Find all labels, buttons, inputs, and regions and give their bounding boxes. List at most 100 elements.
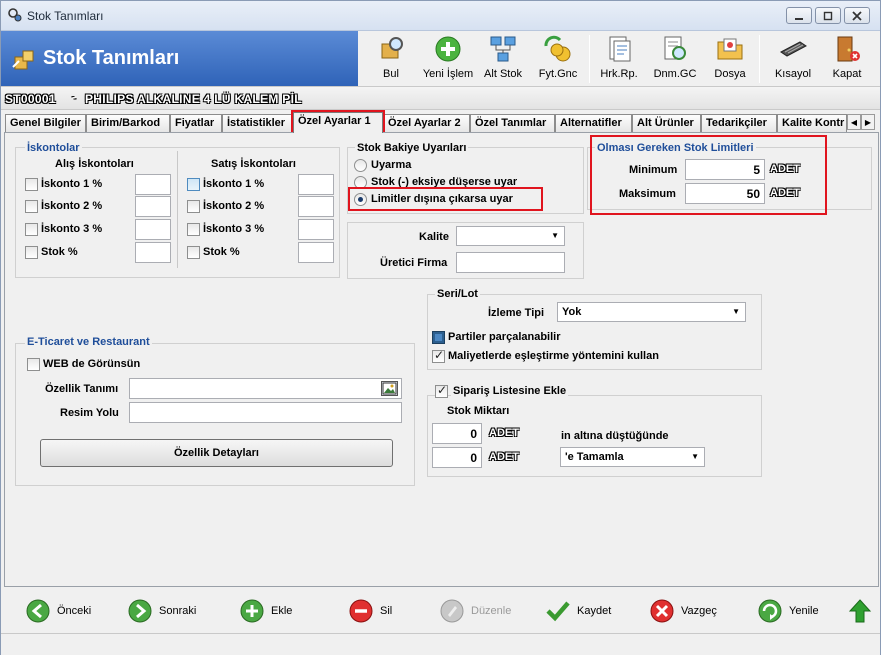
alis-stok-input[interactable] bbox=[135, 242, 171, 263]
scroll-top-button[interactable] bbox=[847, 596, 879, 626]
tab-scroll-right-button[interactable]: ▶ bbox=[861, 114, 875, 130]
alis-iskonto-2-checkbox[interactable] bbox=[25, 200, 38, 213]
maximize-icon bbox=[823, 11, 833, 20]
tab-ozel-tanimlar[interactable]: Özel Tanımlar bbox=[470, 114, 555, 132]
checkmark-icon bbox=[546, 601, 570, 622]
tab-tedarikciler[interactable]: Tedarikçiler bbox=[701, 114, 777, 132]
stock-name: PHILIPS ALKALINE 4 LÜ KALEM PİL bbox=[85, 92, 302, 106]
chevron-down-icon: ▼ bbox=[551, 231, 559, 240]
toolbar-separator bbox=[759, 35, 760, 83]
tab-istatistikler[interactable]: İstatistikler bbox=[222, 114, 293, 132]
bul-button[interactable]: Bul bbox=[371, 31, 411, 86]
minimize-icon bbox=[795, 17, 803, 20]
search-box-icon bbox=[381, 37, 403, 59]
siparis-listesi-checkbox[interactable] bbox=[435, 383, 448, 398]
onceki-button[interactable]: Önceki bbox=[25, 596, 91, 626]
uretici-firma-input[interactable] bbox=[456, 252, 565, 273]
tab-bar: Genel Bilgiler Birim/Barkod Fiyatlar İst… bbox=[1, 112, 880, 133]
radio-uyarma[interactable] bbox=[354, 159, 367, 172]
ekle-button[interactable]: Ekle bbox=[239, 596, 292, 626]
window-title: Stok Tanımları bbox=[27, 9, 104, 23]
stok-miktari-input-2[interactable]: 0 bbox=[432, 447, 482, 468]
toolbar-separator bbox=[589, 35, 590, 83]
minimize-button[interactable] bbox=[786, 7, 812, 24]
vazgec-button[interactable]: Vazgeç bbox=[649, 596, 717, 626]
yeni-islem-button[interactable]: Yeni İşlem bbox=[421, 31, 475, 86]
satis-iskonto-3-checkbox[interactable] bbox=[187, 223, 200, 236]
partiler-checkbox[interactable] bbox=[432, 331, 445, 344]
page-title: Stok Tanımları bbox=[43, 47, 180, 69]
tab-kalite-kontrol[interactable]: Kalite Kontr bbox=[777, 114, 847, 132]
satis-stok-checkbox[interactable] bbox=[187, 246, 200, 259]
fyt-gnc-button[interactable]: Fyt.Gnc bbox=[535, 31, 581, 86]
close-window-button[interactable] bbox=[844, 7, 870, 24]
document-search-icon bbox=[664, 36, 686, 60]
maliyet-eslestirme-checkbox[interactable] bbox=[432, 348, 445, 363]
resim-yolu-input[interactable] bbox=[129, 402, 402, 423]
highlight-limitler-option bbox=[348, 187, 543, 211]
iskontolar-title: İskontolar bbox=[25, 142, 82, 154]
edit-icon bbox=[440, 599, 464, 623]
satis-iskonto-3-input[interactable] bbox=[298, 219, 334, 240]
network-icon bbox=[490, 36, 516, 62]
alis-iskonto-3-input[interactable] bbox=[135, 219, 171, 240]
chevron-down-icon: ▼ bbox=[732, 307, 740, 316]
satis-iskonto-2-input[interactable] bbox=[298, 196, 334, 217]
satis-iskonto-1-checkbox[interactable] bbox=[187, 178, 200, 191]
kalite-select[interactable]: ▼ bbox=[456, 226, 565, 246]
web-gorunsun-checkbox[interactable] bbox=[27, 358, 40, 371]
dosya-button[interactable]: Dosya bbox=[709, 31, 751, 86]
tab-scroll-left-button[interactable]: ◀ bbox=[847, 114, 861, 130]
sonraki-button[interactable]: Sonraki bbox=[127, 596, 196, 626]
hrk-rp-button[interactable]: Hrk.Rp. bbox=[597, 31, 641, 86]
tab-alt-urunler[interactable]: Alt Ürünler bbox=[632, 114, 701, 132]
satis-stok-input[interactable] bbox=[298, 242, 334, 263]
refresh-icon bbox=[758, 599, 782, 623]
tab-ozel-ayarlar-1[interactable]: Özel Ayarlar 1 bbox=[293, 112, 383, 133]
duzenle-button[interactable]: Düzenle bbox=[439, 596, 511, 626]
satis-iskonto-1-input[interactable] bbox=[298, 174, 334, 195]
arrow-right-icon bbox=[128, 599, 152, 623]
tab-birim-barkod[interactable]: Birim/Barkod bbox=[86, 114, 170, 132]
alis-stok-checkbox[interactable] bbox=[25, 246, 38, 259]
seri-lot-title: Seri/Lot bbox=[435, 288, 480, 300]
kaydet-button[interactable]: Kaydet bbox=[545, 596, 611, 626]
maximize-button[interactable] bbox=[815, 7, 841, 24]
tab-fiyatlar[interactable]: Fiyatlar bbox=[170, 114, 222, 132]
stok-miktari-input-1[interactable]: 0 bbox=[432, 423, 482, 444]
izleme-tipi-select[interactable]: Yok ▼ bbox=[557, 302, 746, 322]
tab-genel-bilgiler[interactable]: Genel Bilgiler bbox=[5, 114, 86, 132]
yenile-button[interactable]: Yenile bbox=[757, 596, 819, 626]
tab-ozel-ayarlar-2[interactable]: Özel Ayarlar 2 bbox=[383, 114, 470, 132]
chevron-right-icon: ▶ bbox=[864, 117, 872, 127]
satis-iskonto-2-checkbox[interactable] bbox=[187, 200, 200, 213]
arrow-left-icon bbox=[26, 599, 50, 623]
image-icon bbox=[382, 382, 397, 395]
dnm-gc-button[interactable]: Dnm.GC bbox=[651, 31, 699, 86]
tamamla-select[interactable]: 'e Tamamla ▼ bbox=[560, 447, 705, 467]
alt-stok-button[interactable]: Alt Stok bbox=[481, 31, 525, 86]
sil-button[interactable]: Sil bbox=[348, 596, 392, 626]
stok-miktari-unit-2: ADET bbox=[489, 451, 519, 463]
folder-icon bbox=[717, 38, 743, 60]
title-bar: Stok Tanımları bbox=[1, 1, 880, 31]
kapat-button[interactable]: Kapat bbox=[827, 31, 867, 86]
tab-content-ozel-ayarlar-1: İskontolar Alış İskontoları Satış İskont… bbox=[4, 132, 879, 587]
header-title-band: Stok Tanımları bbox=[1, 31, 358, 86]
tab-alternatifler[interactable]: Alternatifler bbox=[555, 114, 632, 132]
footer-toolbar: Önceki Sonraki Ekle Sil Düzenle Kaydet V… bbox=[1, 591, 880, 631]
alis-iskonto-1-input[interactable] bbox=[135, 174, 171, 195]
cancel-icon bbox=[650, 599, 674, 623]
ozellik-tanimi-input[interactable] bbox=[129, 378, 402, 399]
chevron-left-icon: ◀ bbox=[850, 117, 858, 127]
package-icon bbox=[12, 50, 34, 70]
stok-bakiye-title: Stok Bakiye Uyarıları bbox=[355, 142, 469, 154]
ozellik-detaylari-button[interactable]: Özellik Detayları bbox=[40, 439, 393, 467]
kisayol-button[interactable]: Kısayol bbox=[771, 31, 815, 86]
alis-iskontolari-title: Alış İskontoları bbox=[55, 158, 134, 170]
alis-iskonto-2-input[interactable] bbox=[135, 196, 171, 217]
alis-iskonto-3-checkbox[interactable] bbox=[25, 223, 38, 236]
report-icon bbox=[609, 36, 631, 62]
alis-iskonto-1-checkbox[interactable] bbox=[25, 178, 38, 191]
browse-button[interactable] bbox=[381, 381, 398, 396]
